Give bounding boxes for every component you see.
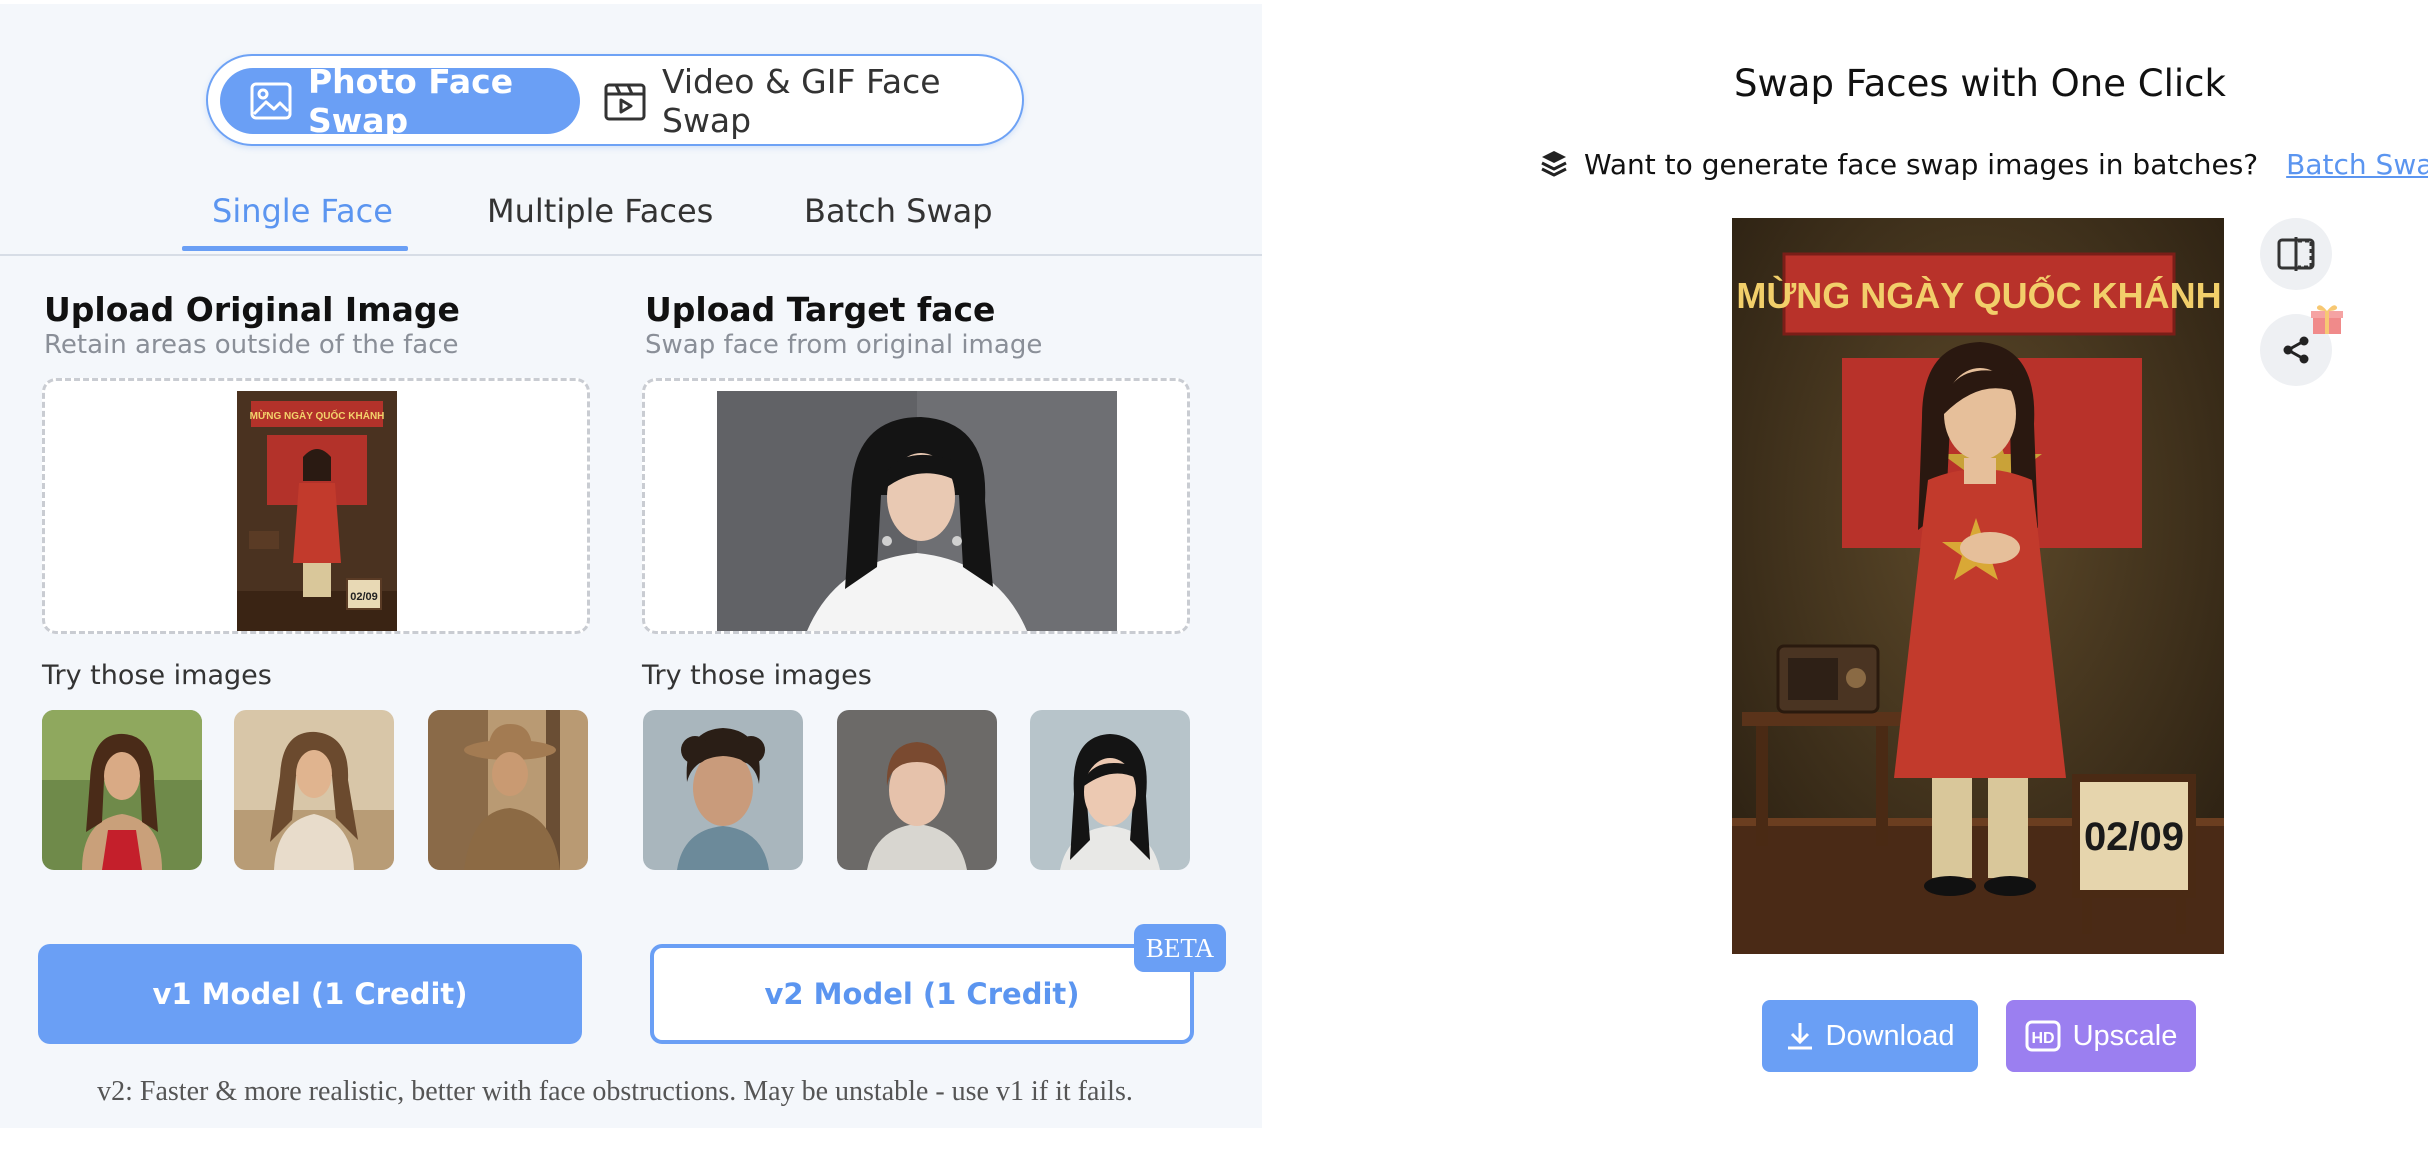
compare-split-icon — [2277, 237, 2315, 271]
svg-text:02/09: 02/09 — [350, 591, 378, 603]
sample-target-asian-woman[interactable] — [1030, 710, 1190, 870]
video-gif-face-swap-button[interactable]: Video & GIF Face Swap — [604, 62, 1014, 140]
target-face-preview — [717, 391, 1117, 631]
batch-promo: Want to generate face swap images in bat… — [1540, 144, 2428, 184]
model-note: v2: Faster & more realistic, better with… — [97, 1076, 1133, 1107]
svg-text:MỪNG NGÀY QUỐC KHÁNH: MỪNG NGÀY QUỐC KHÁNH — [250, 408, 385, 422]
beta-badge: BETA — [1134, 924, 1226, 972]
sample-target-curly-hair-man[interactable] — [643, 710, 803, 870]
batch-swap-now-link[interactable]: Batch Swap Now — [2286, 148, 2428, 181]
download-label: Download — [1825, 1019, 1955, 1052]
video-gif-face-swap-label: Video & GIF Face Swap — [662, 62, 941, 140]
share-icon — [2283, 336, 2309, 364]
active-tab-indicator — [182, 246, 408, 251]
download-button[interactable]: Download — [1762, 1000, 1978, 1072]
result-title: Swap Faces with One Click — [1734, 62, 2226, 105]
compare-button[interactable] — [2260, 218, 2332, 290]
svg-text:MỪNG NGÀY QUỐC KHÁNH: MỪNG NGÀY QUỐC KHÁNH — [1736, 274, 2221, 316]
batch-prompt-text: Want to generate face swap images in bat… — [1584, 147, 2259, 181]
v1-model-label: v1 Model (1 Credit) — [152, 977, 468, 1011]
tab-batch-swap[interactable]: Batch Swap — [804, 192, 993, 230]
result-image: MỪNG NGÀY QUỐC KHÁNH 02/09 — [1732, 218, 2224, 954]
v2-model-button[interactable]: v2 Model (1 Credit) — [650, 944, 1194, 1044]
download-icon — [1787, 1023, 1812, 1050]
image-icon — [250, 82, 292, 120]
upscale-button[interactable]: HD Upscale — [2006, 1000, 2196, 1072]
tab-single-face[interactable]: Single Face — [212, 192, 393, 230]
photo-face-swap-label: Photo Face Swap — [308, 62, 514, 140]
mode-toggle: Photo Face Swap Video & GIF Face Swap — [206, 54, 1024, 146]
svg-text:HD: HD — [2031, 1030, 2054, 1047]
tab-multiple-faces[interactable]: Multiple Faces — [487, 192, 713, 230]
layers-icon — [1541, 151, 1567, 177]
face-swap-form-panel: Photo Face Swap Video & GIF Face Swap Si… — [0, 4, 1262, 1128]
sample-original-woman-sunset[interactable] — [234, 710, 394, 870]
target-try-label: Try those images — [642, 660, 872, 691]
original-try-label: Try those images — [42, 660, 272, 691]
upscale-label: Upscale — [2072, 1019, 2178, 1052]
upload-target-subtitle: Swap face from original image — [645, 330, 1043, 360]
target-face-dropzone[interactable] — [642, 378, 1190, 634]
upload-original-title: Upload Original Image — [44, 290, 460, 329]
video-clip-icon — [604, 83, 646, 121]
v2-model-label: v2 Model (1 Credit) — [764, 977, 1080, 1011]
gift-icon — [2311, 305, 2343, 334]
v1-model-button[interactable]: v1 Model (1 Credit) — [38, 944, 582, 1044]
swap-type-tabs: Single Face Multiple Faces Batch Swap — [0, 182, 1262, 256]
svg-text:02/09: 02/09 — [2084, 815, 2184, 859]
sample-original-cowboy[interactable] — [428, 710, 588, 870]
original-image-dropzone[interactable]: MỪNG NGÀY QUỐC KHÁNH 02/09 — [42, 378, 590, 634]
sample-original-woman-red-dress[interactable] — [42, 710, 202, 870]
upload-target-title: Upload Target face — [645, 290, 996, 329]
upload-original-subtitle: Retain areas outside of the face — [44, 330, 459, 360]
original-image-preview: MỪNG NGÀY QUỐC KHÁNH 02/09 — [237, 391, 397, 631]
sample-target-woman-bun[interactable] — [837, 710, 997, 870]
hd-icon: HD — [2025, 1020, 2061, 1052]
photo-face-swap-button[interactable]: Photo Face Swap — [220, 62, 580, 140]
